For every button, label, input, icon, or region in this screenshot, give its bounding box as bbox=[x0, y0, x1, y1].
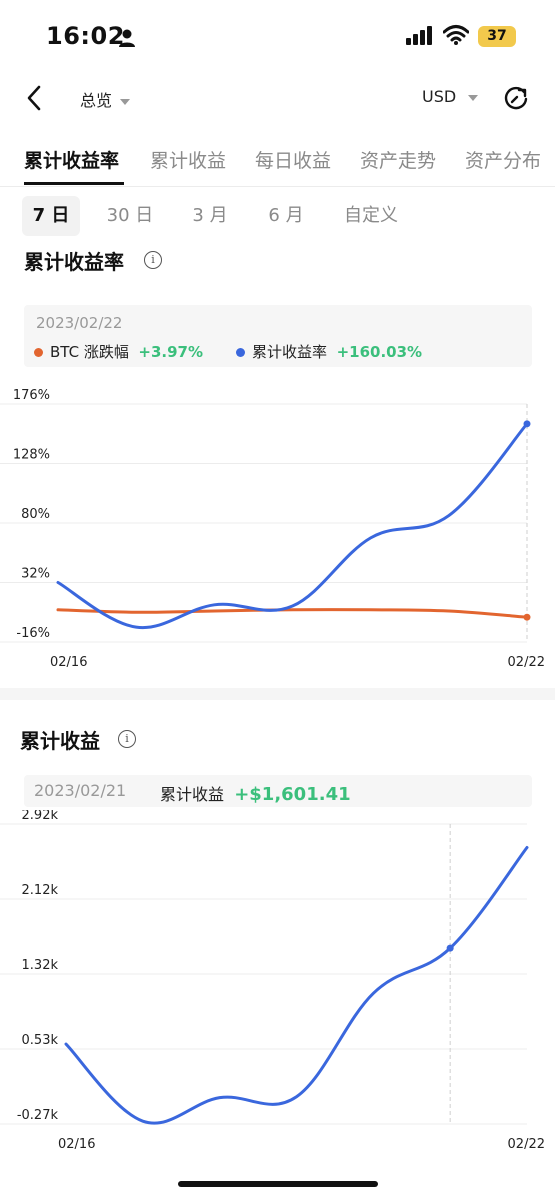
x-tick-label: 02/16 bbox=[58, 1137, 95, 1152]
legend-rate-value: +160.03% bbox=[336, 343, 423, 361]
section-title-profit: 累计收益 bbox=[20, 729, 100, 753]
range-custom[interactable]: 自定义 bbox=[334, 196, 408, 236]
divider bbox=[0, 186, 555, 187]
y-tick-label: 176% bbox=[13, 388, 50, 403]
tab-daily-profit[interactable]: 每日收益 bbox=[255, 146, 331, 173]
legend-profit: 累计收益 +$1,601.41 bbox=[160, 781, 351, 805]
y-tick-label: 2.92k bbox=[22, 810, 59, 823]
info-icon[interactable]: i bbox=[118, 730, 136, 748]
series-line bbox=[64, 846, 529, 1125]
x-tick-label: 02/22 bbox=[508, 655, 545, 670]
range-6m[interactable]: 6 月 bbox=[258, 196, 314, 236]
profit-chart[interactable]: 2.92k 2.12k 1.32k 0.53k -0.27k 02/16 02/22 bbox=[0, 810, 555, 1155]
range-3m[interactable]: 3 月 bbox=[182, 196, 238, 236]
y-tick-label: 128% bbox=[13, 448, 50, 463]
series-line bbox=[56, 608, 529, 619]
person-icon bbox=[119, 29, 135, 47]
battery-indicator: 37 bbox=[478, 26, 516, 47]
y-tick-label: -0.27k bbox=[17, 1108, 59, 1123]
legend-rate: 累计收益率 +160.03% bbox=[236, 341, 422, 362]
tab-bar: 累计收益率 累计收益 每日收益 资产走势 资产分布 bbox=[0, 140, 555, 186]
signal-icon bbox=[406, 26, 432, 45]
btc-dot-icon bbox=[34, 348, 43, 357]
chevron-down-icon bbox=[468, 94, 479, 101]
wifi-icon bbox=[443, 25, 469, 45]
overview-label: 总览 bbox=[80, 91, 113, 110]
tab-asset-distribution[interactable]: 资产分布 bbox=[465, 146, 541, 173]
range-7d[interactable]: 7 日 bbox=[22, 196, 80, 236]
tab-cumulative-profit[interactable]: 累计收益 bbox=[150, 146, 226, 173]
tab-asset-trend[interactable]: 资产走势 bbox=[360, 146, 436, 173]
rate-chart[interactable]: 176% 128% 80% 32% -16%02/16 02/22 bbox=[0, 380, 555, 670]
home-indicator bbox=[178, 1181, 378, 1187]
hover-point bbox=[446, 944, 454, 952]
section-title-rate: 累计收益率 bbox=[24, 250, 124, 274]
legend-btc: BTC 涨跌幅 +3.97% bbox=[34, 341, 203, 362]
chevron-down-icon bbox=[120, 98, 131, 105]
y-tick-label: -16% bbox=[16, 626, 50, 641]
info-icon[interactable]: i bbox=[144, 251, 162, 269]
currency-label: USD bbox=[422, 87, 457, 106]
back-icon[interactable] bbox=[22, 84, 48, 112]
legend-profit-value: +$1,601.41 bbox=[234, 784, 351, 805]
y-tick-label: 2.12k bbox=[22, 883, 59, 898]
series-line bbox=[56, 422, 529, 630]
legend-date: 2023/02/21 bbox=[34, 781, 127, 800]
legend-date: 2023/02/22 bbox=[36, 314, 123, 332]
hover-point bbox=[523, 420, 531, 428]
section-divider bbox=[0, 688, 555, 700]
x-tick-label: 02/22 bbox=[508, 1137, 545, 1152]
legend-btc-label: BTC 涨跌幅 bbox=[50, 343, 129, 361]
status-time: 16:02 bbox=[46, 22, 125, 50]
legend-rate-label: 累计收益率 bbox=[252, 343, 328, 361]
refresh-icon[interactable] bbox=[502, 84, 530, 112]
x-tick-label: 02/16 bbox=[50, 655, 87, 670]
y-tick-label: 80% bbox=[21, 507, 50, 522]
currency-dropdown[interactable]: USD bbox=[422, 87, 479, 106]
active-tab-indicator bbox=[24, 182, 124, 185]
rate-dot-icon bbox=[236, 348, 245, 357]
range-30d[interactable]: 30 日 bbox=[100, 196, 160, 236]
y-tick-label: 32% bbox=[21, 567, 50, 582]
overview-dropdown[interactable]: 总览 bbox=[80, 87, 131, 111]
y-tick-label: 0.53k bbox=[22, 1033, 59, 1048]
hover-point bbox=[523, 613, 531, 621]
legend-btc-value: +3.97% bbox=[138, 343, 203, 361]
legend-profit-label: 累计收益 bbox=[160, 785, 225, 804]
y-tick-label: 1.32k bbox=[22, 958, 59, 973]
tab-cumulative-rate[interactable]: 累计收益率 bbox=[24, 146, 119, 173]
